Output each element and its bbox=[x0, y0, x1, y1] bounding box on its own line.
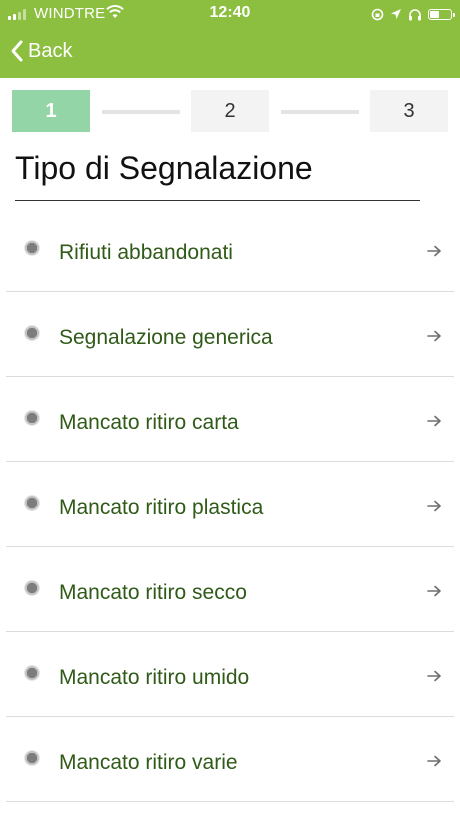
battery-icon bbox=[428, 8, 455, 20]
list-item-label: Mancato ritiro secco bbox=[59, 581, 247, 604]
radio-icon bbox=[24, 325, 40, 341]
list-item-mancato-ritiro-carta[interactable]: Mancato ritiro carta bbox=[0, 377, 460, 462]
list-item-rifiuti-abbandonati[interactable]: Rifiuti abbandonati bbox=[0, 207, 460, 292]
back-label[interactable]: Back bbox=[28, 40, 72, 63]
page-title: Tipo di Segnalazione bbox=[15, 150, 313, 186]
step-3[interactable]: 3 bbox=[370, 90, 448, 132]
list-item-label: Rifiuti abbandonati bbox=[59, 241, 233, 264]
list-item-segnalazione-generica[interactable]: Segnalazione generica bbox=[0, 292, 460, 377]
list-item-label: Mancato ritiro umido bbox=[59, 666, 250, 689]
step-2[interactable]: 2 bbox=[191, 90, 269, 132]
radio-icon bbox=[24, 580, 40, 596]
step-connector bbox=[102, 110, 180, 114]
list-item-label: Segnalazione generica bbox=[59, 326, 273, 349]
radio-icon bbox=[24, 410, 40, 426]
list-item-label: Mancato ritiro carta bbox=[59, 411, 239, 434]
list-item-label: Mancato ritiro varie bbox=[59, 751, 238, 774]
list-item-mancato-ritiro-umido[interactable]: Mancato ritiro umido bbox=[0, 632, 460, 717]
step-connector bbox=[281, 110, 359, 114]
back-button[interactable]: Back bbox=[10, 36, 72, 66]
radio-icon bbox=[24, 750, 40, 766]
location-arrow-icon bbox=[391, 9, 401, 19]
status-icons bbox=[371, 5, 455, 23]
headphones-icon bbox=[409, 8, 421, 20]
title-underline bbox=[15, 200, 420, 201]
radio-icon bbox=[24, 495, 40, 511]
screen-rotation-lock-icon bbox=[371, 8, 384, 20]
arrow-right-icon bbox=[427, 500, 441, 512]
arrow-right-icon bbox=[427, 755, 441, 767]
arrow-right-icon bbox=[427, 415, 441, 427]
arrow-right-icon bbox=[427, 585, 441, 597]
divider bbox=[6, 801, 454, 802]
list-item-mancato-ritiro-varie[interactable]: Mancato ritiro varie bbox=[0, 717, 460, 802]
radio-icon bbox=[24, 240, 40, 256]
status-bar: WINDTRE 12:40 bbox=[0, 0, 460, 28]
app-header: WINDTRE 12:40 Back bbox=[0, 0, 460, 78]
arrow-right-icon bbox=[427, 330, 441, 342]
list-item-mancato-ritiro-plastica[interactable]: Mancato ritiro plastica bbox=[0, 462, 460, 547]
list-item-mancato-ritiro-secco[interactable]: Mancato ritiro secco bbox=[0, 547, 460, 632]
arrow-right-icon bbox=[427, 670, 441, 682]
arrow-right-icon bbox=[427, 245, 441, 257]
radio-icon bbox=[24, 665, 40, 681]
report-type-list: Rifiuti abbandonati Segnalazione generic… bbox=[0, 207, 460, 802]
step-progress: 1 2 3 bbox=[0, 90, 460, 132]
step-1[interactable]: 1 bbox=[12, 90, 90, 132]
chevron-left-icon bbox=[11, 40, 23, 62]
list-item-label: Mancato ritiro plastica bbox=[59, 496, 264, 519]
